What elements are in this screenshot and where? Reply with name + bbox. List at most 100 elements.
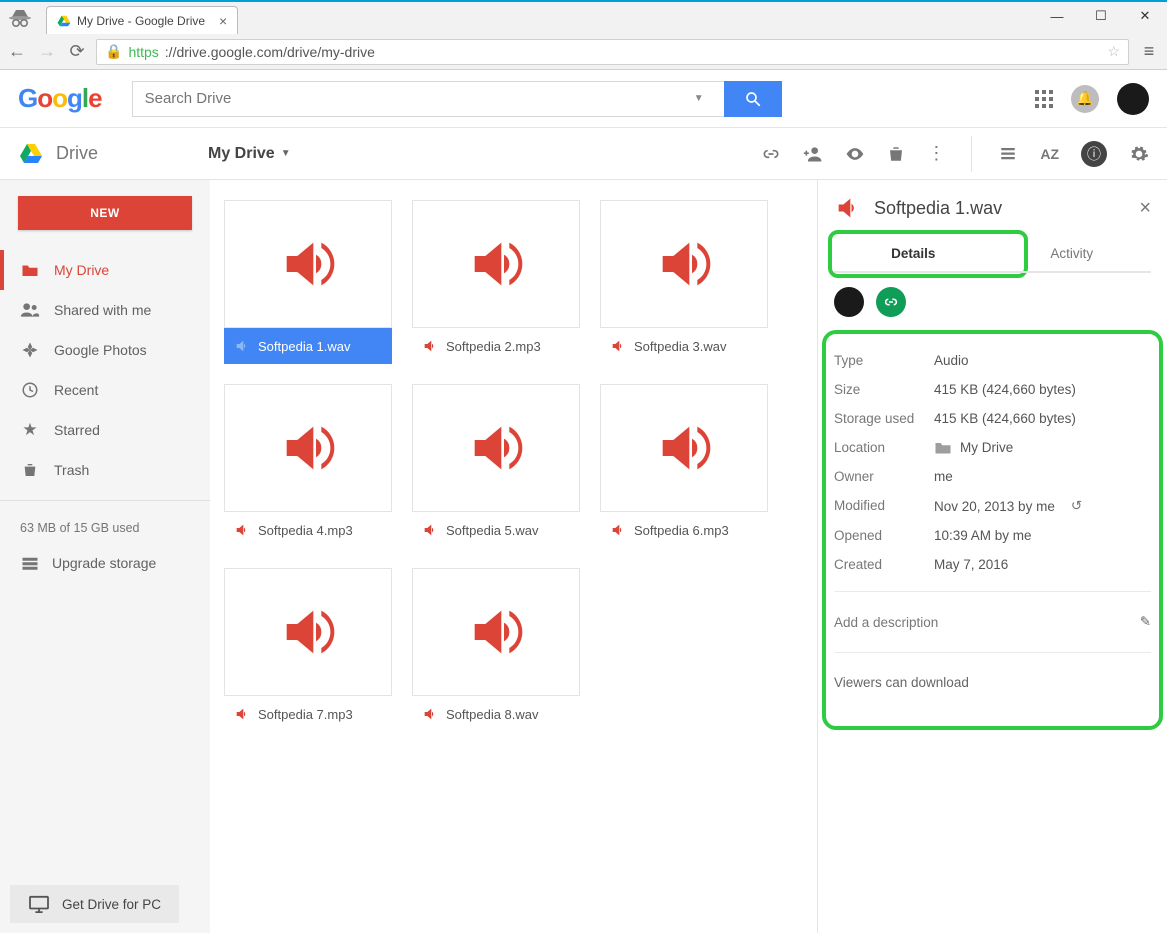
sidebar-item-label: Trash bbox=[54, 462, 89, 478]
notifications-icon[interactable]: 🔔 bbox=[1071, 85, 1099, 113]
prop-value[interactable]: My Drive bbox=[934, 440, 1151, 455]
url-input[interactable]: 🔒 https://drive.google.com/drive/my-driv… bbox=[96, 39, 1129, 65]
file-caption: Softpedia 2.mp3 bbox=[412, 328, 580, 364]
more-actions-icon[interactable]: ⋮ bbox=[927, 143, 945, 164]
incognito-icon bbox=[0, 2, 40, 34]
file-item[interactable]: Softpedia 5.wav bbox=[412, 384, 580, 548]
file-item[interactable]: Softpedia 2.mp3 bbox=[412, 200, 580, 364]
owner-avatar[interactable] bbox=[834, 287, 864, 317]
browser-tab[interactable]: My Drive - Google Drive × bbox=[46, 6, 238, 34]
prop-label: Created bbox=[834, 557, 934, 572]
prop-value: 415 KB (424,660 bytes) bbox=[934, 382, 1151, 397]
folder-icon bbox=[934, 440, 952, 455]
sidebar-item-recent[interactable]: Recent bbox=[0, 370, 210, 410]
file-thumbnail bbox=[224, 384, 392, 512]
file-caption: Softpedia 5.wav bbox=[412, 512, 580, 548]
file-thumbnail bbox=[224, 200, 392, 328]
reload-button[interactable]: ⟳ bbox=[66, 41, 88, 63]
search-input[interactable] bbox=[145, 90, 686, 107]
prop-label: Size bbox=[834, 382, 934, 397]
prop-label: Location bbox=[834, 440, 934, 455]
file-item[interactable]: Softpedia 3.wav bbox=[600, 200, 768, 364]
window-maximize-button[interactable]: ☐ bbox=[1079, 2, 1123, 30]
trash-icon bbox=[20, 461, 40, 479]
sort-icon[interactable]: AZ bbox=[1040, 146, 1059, 162]
audio-mini-icon bbox=[234, 522, 250, 538]
prop-label: Type bbox=[834, 353, 934, 368]
drive-favicon-icon bbox=[57, 14, 71, 28]
search-dropdown-icon[interactable]: ▼ bbox=[686, 93, 712, 104]
history-icon[interactable]: ↺ bbox=[1071, 498, 1082, 514]
preview-eye-icon[interactable] bbox=[845, 144, 865, 164]
upgrade-storage-link[interactable]: Upgrade storage bbox=[0, 545, 210, 581]
sidebar-item-label: Starred bbox=[54, 422, 100, 438]
google-logo[interactable]: Google bbox=[18, 83, 102, 114]
audio-mini-icon bbox=[234, 338, 250, 354]
drive-brand[interactable]: Drive bbox=[18, 143, 208, 165]
file-item[interactable]: Softpedia 1.wav bbox=[224, 200, 392, 364]
prop-value: Audio bbox=[934, 353, 1151, 368]
file-grid[interactable]: Softpedia 1.wav Softpedia 2.mp3 Softpedia … bbox=[210, 180, 817, 933]
window-close-button[interactable]: ✕ bbox=[1123, 2, 1167, 30]
list-view-icon[interactable] bbox=[998, 145, 1018, 163]
prop-value: 415 KB (424,660 bytes) bbox=[934, 411, 1151, 426]
sidebar-item-trash[interactable]: Trash bbox=[0, 450, 210, 490]
audio-mini-icon bbox=[610, 338, 626, 354]
prop-value: 10:39 AM by me bbox=[934, 528, 1151, 543]
prop-label: Opened bbox=[834, 528, 934, 543]
audio-icon bbox=[464, 416, 528, 480]
file-name: Softpedia 6.mp3 bbox=[634, 523, 729, 538]
settings-gear-icon[interactable] bbox=[1129, 144, 1149, 164]
link-sharing-badge-icon[interactable] bbox=[876, 287, 906, 317]
browser-menu-button[interactable]: ≡ bbox=[1137, 40, 1161, 64]
sidebar-item-shared[interactable]: Shared with me bbox=[0, 290, 210, 330]
add-description[interactable]: Add a description ✎ bbox=[834, 604, 1151, 640]
audio-mini-icon bbox=[422, 522, 438, 538]
get-drive-for-pc[interactable]: Get Drive for PC bbox=[10, 885, 179, 923]
audio-mini-icon bbox=[234, 706, 250, 722]
footer-label: Get Drive for PC bbox=[62, 897, 161, 912]
sidebar-item-label: Google Photos bbox=[54, 342, 147, 358]
audio-icon bbox=[652, 416, 716, 480]
file-item[interactable]: Softpedia 7.mp3 bbox=[224, 568, 392, 732]
window-minimize-button[interactable]: — bbox=[1035, 2, 1079, 30]
file-thumbnail bbox=[412, 568, 580, 696]
caret-down-icon: ▼ bbox=[281, 148, 291, 159]
back-button[interactable]: ← bbox=[6, 41, 28, 63]
share-person-icon[interactable] bbox=[803, 144, 823, 164]
file-caption: Softpedia 4.mp3 bbox=[224, 512, 392, 548]
sidebar: NEW My Drive Shared with me Google Photo… bbox=[0, 180, 210, 933]
search-icon bbox=[744, 90, 762, 108]
search-input-wrapper[interactable]: ▼ bbox=[132, 81, 724, 117]
edit-pencil-icon[interactable]: ✎ bbox=[1140, 614, 1151, 630]
file-item[interactable]: Softpedia 4.mp3 bbox=[224, 384, 392, 548]
file-name: Softpedia 3.wav bbox=[634, 339, 727, 354]
delete-trash-icon[interactable] bbox=[887, 144, 905, 164]
sidebar-item-my-drive[interactable]: My Drive bbox=[0, 250, 210, 290]
sidebar-item-label: Recent bbox=[54, 382, 98, 398]
sidebar-item-photos[interactable]: Google Photos bbox=[0, 330, 210, 370]
prop-label: Storage used bbox=[834, 411, 934, 426]
window-titlebar: My Drive - Google Drive × — ☐ ✕ bbox=[0, 2, 1167, 34]
desktop-icon bbox=[28, 895, 50, 913]
sidebar-item-label: Shared with me bbox=[54, 302, 151, 318]
get-link-icon[interactable] bbox=[761, 144, 781, 164]
people-icon bbox=[20, 302, 40, 318]
bookmark-star-icon[interactable]: ☆ bbox=[1107, 43, 1120, 60]
audio-icon bbox=[276, 416, 340, 480]
new-button[interactable]: NEW bbox=[18, 196, 192, 230]
account-avatar[interactable] bbox=[1117, 83, 1149, 115]
tab-close-icon[interactable]: × bbox=[219, 13, 227, 29]
view-details-toggle-icon[interactable]: ⓘ bbox=[1081, 141, 1107, 167]
forward-button[interactable]: → bbox=[36, 41, 58, 63]
google-apps-icon[interactable] bbox=[1035, 90, 1053, 108]
file-item[interactable]: Softpedia 6.mp3 bbox=[600, 384, 768, 548]
search-button[interactable] bbox=[724, 81, 782, 117]
breadcrumb[interactable]: My Drive ▼ bbox=[208, 145, 291, 163]
upgrade-label: Upgrade storage bbox=[52, 555, 156, 571]
close-details-icon[interactable]: × bbox=[1139, 197, 1151, 220]
file-item[interactable]: Softpedia 8.wav bbox=[412, 568, 580, 732]
tab-title: My Drive - Google Drive bbox=[77, 14, 205, 28]
file-thumbnail bbox=[412, 200, 580, 328]
sidebar-item-starred[interactable]: ★ Starred bbox=[0, 410, 210, 450]
